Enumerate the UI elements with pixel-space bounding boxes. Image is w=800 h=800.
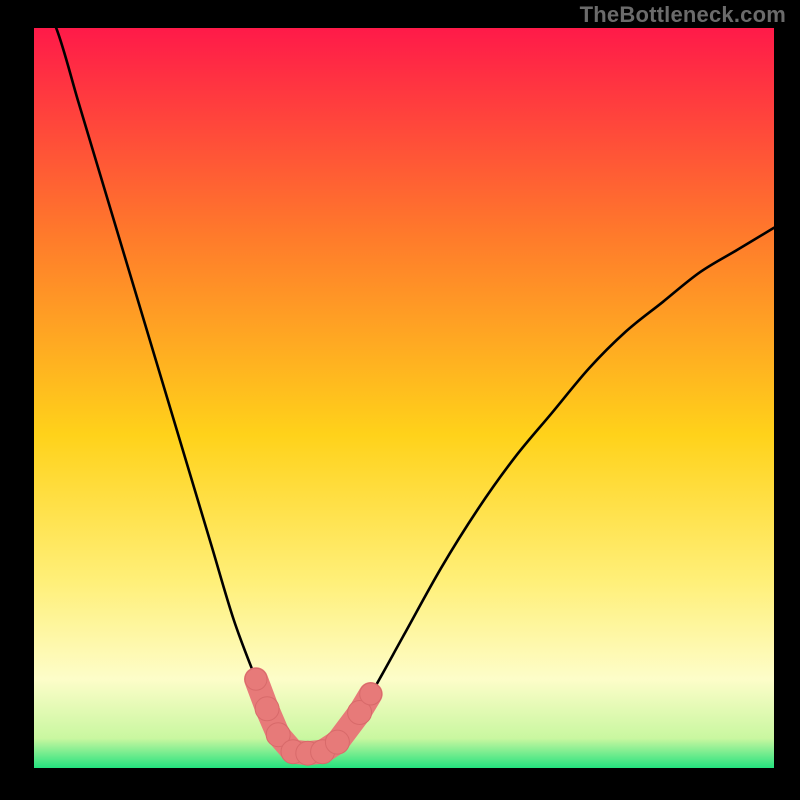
optimum-marker (255, 697, 279, 721)
optimum-marker (325, 730, 349, 754)
optimum-marker (360, 683, 382, 705)
plot-area (34, 28, 774, 768)
optimum-marker (245, 668, 267, 690)
chart-svg (0, 0, 800, 800)
chart-root: TheBottleneck.com (0, 0, 800, 800)
watermark-text: TheBottleneck.com (580, 2, 786, 28)
